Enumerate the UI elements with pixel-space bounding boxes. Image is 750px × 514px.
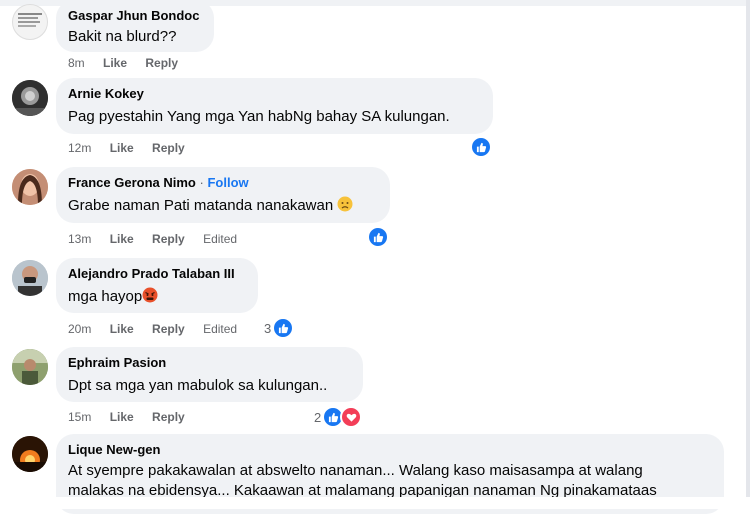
comment-actions: 20m Like Reply Edited: [68, 322, 252, 336]
comment-text: Grabe naman Pati matanda nanakawan: [68, 197, 334, 214]
comment-actions: 13m Like Reply Edited: [68, 232, 252, 246]
thumbs-up-icon: [272, 317, 295, 339]
reaction-count: 3: [264, 320, 272, 336]
reaction-count: 2: [314, 409, 322, 425]
comment-author-row: France Gerona Nimo · Follow: [68, 174, 378, 191]
comment-time[interactable]: 15m: [68, 410, 91, 424]
comment-text-line: At syempre pakakawalan at abswelto nanam…: [68, 462, 643, 479]
angry-face-emoji: [142, 287, 158, 309]
comment-time[interactable]: 13m: [68, 232, 91, 246]
comment-text-row: mga hayop: [68, 287, 246, 309]
separator-dot: ·: [199, 175, 204, 190]
comment-author[interactable]: France Gerona Nimo: [68, 175, 196, 190]
like-button[interactable]: Like: [110, 410, 134, 424]
edited-label: Edited: [203, 232, 238, 246]
scrollbar[interactable]: [746, 0, 750, 509]
comment-time[interactable]: 8m: [68, 56, 85, 70]
comment-actions: 8m Like Reply: [68, 56, 193, 70]
reply-button[interactable]: Reply: [152, 410, 185, 424]
comment-text: mga hayop: [68, 288, 143, 305]
avatar[interactable]: [12, 349, 48, 385]
comment-time[interactable]: 12m: [68, 141, 91, 155]
comment-author[interactable]: Ephraim Pasion: [68, 354, 351, 371]
reply-button[interactable]: Reply: [145, 56, 178, 70]
reply-button[interactable]: Reply: [152, 322, 185, 336]
like-button[interactable]: Like: [110, 322, 134, 336]
comment-time[interactable]: 20m: [68, 322, 91, 336]
comment-text: Dpt sa mga yan mabulok sa kulungan..: [68, 377, 328, 394]
comment-text: Pag pyestahin Yang mga Yan habNg bahay S…: [68, 108, 450, 125]
avatar[interactable]: [12, 80, 48, 116]
comment-bubble: Alejandro Prado Talaban III mga hayop: [56, 258, 258, 313]
heart-icon: [340, 406, 363, 428]
comment-bubble: Ephraim Pasion Dpt sa mga yan mabulok sa…: [56, 347, 363, 402]
comment-text-row: Grabe naman Pati matanda nanakawan: [68, 196, 378, 218]
like-button[interactable]: Like: [103, 56, 127, 70]
follow-button[interactable]: Follow: [207, 175, 248, 190]
comment-bubble: Gaspar Jhun Bondoc Bakit na blurd??: [56, 0, 214, 52]
comment-author[interactable]: Lique New-gen: [68, 441, 712, 458]
reaction-summary[interactable]: 2: [314, 406, 363, 428]
comment-actions: 12m Like Reply: [68, 141, 200, 155]
comment-author[interactable]: Arnie Kokey: [68, 85, 481, 102]
avatar[interactable]: [12, 169, 48, 205]
avatar[interactable]: [12, 260, 48, 296]
comment-bubble: Arnie Kokey Pag pyestahin Yang mga Yan h…: [56, 78, 493, 134]
comment-author[interactable]: Gaspar Jhun Bondoc: [68, 7, 202, 24]
like-button[interactable]: Like: [110, 232, 134, 246]
reaction-summary[interactable]: [367, 226, 389, 248]
comment-actions: 15m Like Reply: [68, 410, 200, 424]
avatar[interactable]: [12, 4, 48, 40]
avatar[interactable]: [12, 436, 48, 472]
reaction-summary[interactable]: 3: [264, 317, 295, 339]
thumbs-up-icon: [470, 136, 492, 158]
reaction-summary[interactable]: [470, 136, 492, 158]
reply-button[interactable]: Reply: [152, 232, 185, 246]
comment-text: Bakit na blurd??: [68, 28, 177, 45]
like-button[interactable]: Like: [110, 141, 134, 155]
comment-author[interactable]: Alejandro Prado Talaban III: [68, 265, 246, 282]
edited-label: Edited: [203, 322, 238, 336]
thumbs-up-icon: [367, 226, 389, 248]
reply-button[interactable]: Reply: [152, 141, 185, 155]
viewport-bottom: [0, 497, 750, 509]
sad-face-emoji: [337, 196, 353, 218]
comment-bubble: France Gerona Nimo · Follow Grabe naman …: [56, 167, 390, 223]
